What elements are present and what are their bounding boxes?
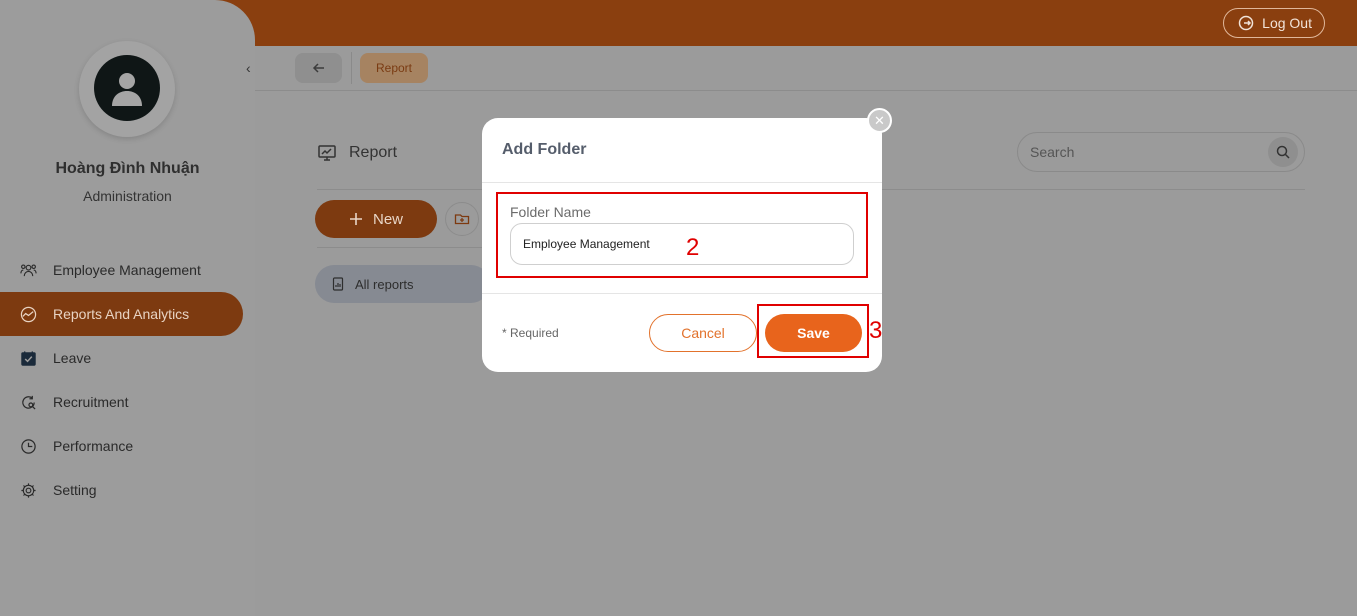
annotation-box-folder-name	[496, 192, 868, 278]
arrow-left-icon	[312, 63, 324, 73]
sidebar-item-setting[interactable]: Setting	[0, 468, 243, 512]
sidebar-item-label: Recruitment	[53, 394, 129, 410]
sidebar-item-label: Performance	[53, 438, 134, 454]
monitor-chart-icon	[318, 145, 336, 161]
add-folder-button[interactable]	[445, 202, 479, 236]
user-role: Administration	[83, 188, 172, 204]
sidebar-item-label: Reports And Analytics	[53, 306, 190, 322]
sidebar-item-label: Employee Management	[53, 262, 201, 278]
breadcrumb-divider	[351, 52, 352, 84]
calendar-check-icon	[21, 350, 36, 366]
cancel-button[interactable]: Cancel	[649, 314, 757, 352]
sidebar-item-recruitment[interactable]: Recruitment	[0, 380, 243, 424]
breadcrumb-item-report[interactable]: Report	[360, 53, 428, 83]
sidebar-item-label: Setting	[53, 482, 97, 498]
people-icon	[20, 263, 37, 276]
avatar[interactable]	[94, 55, 160, 121]
folder-plus-icon	[454, 214, 470, 225]
search-button[interactable]	[1268, 137, 1298, 167]
all-reports-item[interactable]: All reports	[315, 265, 490, 303]
new-button-label: New	[372, 210, 403, 228]
sidebar-item-performance[interactable]: Performance	[0, 424, 243, 468]
breadcrumb: Report	[255, 46, 1357, 91]
all-reports-label: All reports	[355, 276, 414, 292]
sidebar-item-label: Leave	[53, 350, 92, 366]
user-name: Hoàng Đình Nhuận	[55, 160, 200, 177]
logout-button[interactable]: Log Out	[1223, 8, 1325, 38]
new-button[interactable]: New	[315, 200, 437, 238]
search-placeholder: Search	[1030, 144, 1075, 160]
back-button[interactable]	[295, 53, 342, 83]
dialog-title: Add Folder	[502, 141, 587, 158]
plus-icon	[349, 213, 362, 225]
annotation-box-save	[757, 304, 869, 358]
divider	[482, 182, 882, 183]
required-note: * Required	[502, 326, 559, 340]
search-input[interactable]: Search	[1017, 132, 1305, 172]
close-icon[interactable]: ✕	[867, 108, 892, 133]
page-title: Report	[317, 143, 397, 163]
annotation-step-2: 2	[686, 234, 700, 261]
document-chart-icon	[332, 277, 344, 291]
search-icon	[1276, 145, 1290, 159]
page-title-text: Report	[349, 144, 398, 161]
user-icon	[112, 73, 142, 106]
logout-icon	[1238, 15, 1254, 31]
sidebar: Hoàng Đình Nhuận Administration Employee…	[0, 0, 255, 616]
sidebar-item-employee-management[interactable]: Employee Management	[0, 248, 243, 292]
gear-icon	[21, 482, 36, 498]
divider	[482, 293, 882, 294]
logout-label: Log Out	[1262, 15, 1312, 31]
sidebar-item-reports-and-analytics[interactable]: Reports And Analytics	[0, 292, 243, 336]
divider	[317, 247, 487, 248]
recruitment-icon	[22, 395, 36, 410]
annotation-step-3: 3	[869, 317, 883, 344]
collapse-sidebar-chevron-icon[interactable]: ‹	[246, 60, 251, 76]
sidebar-item-leave[interactable]: Leave	[0, 336, 243, 380]
chart-icon	[20, 306, 37, 322]
performance-icon	[21, 438, 36, 454]
